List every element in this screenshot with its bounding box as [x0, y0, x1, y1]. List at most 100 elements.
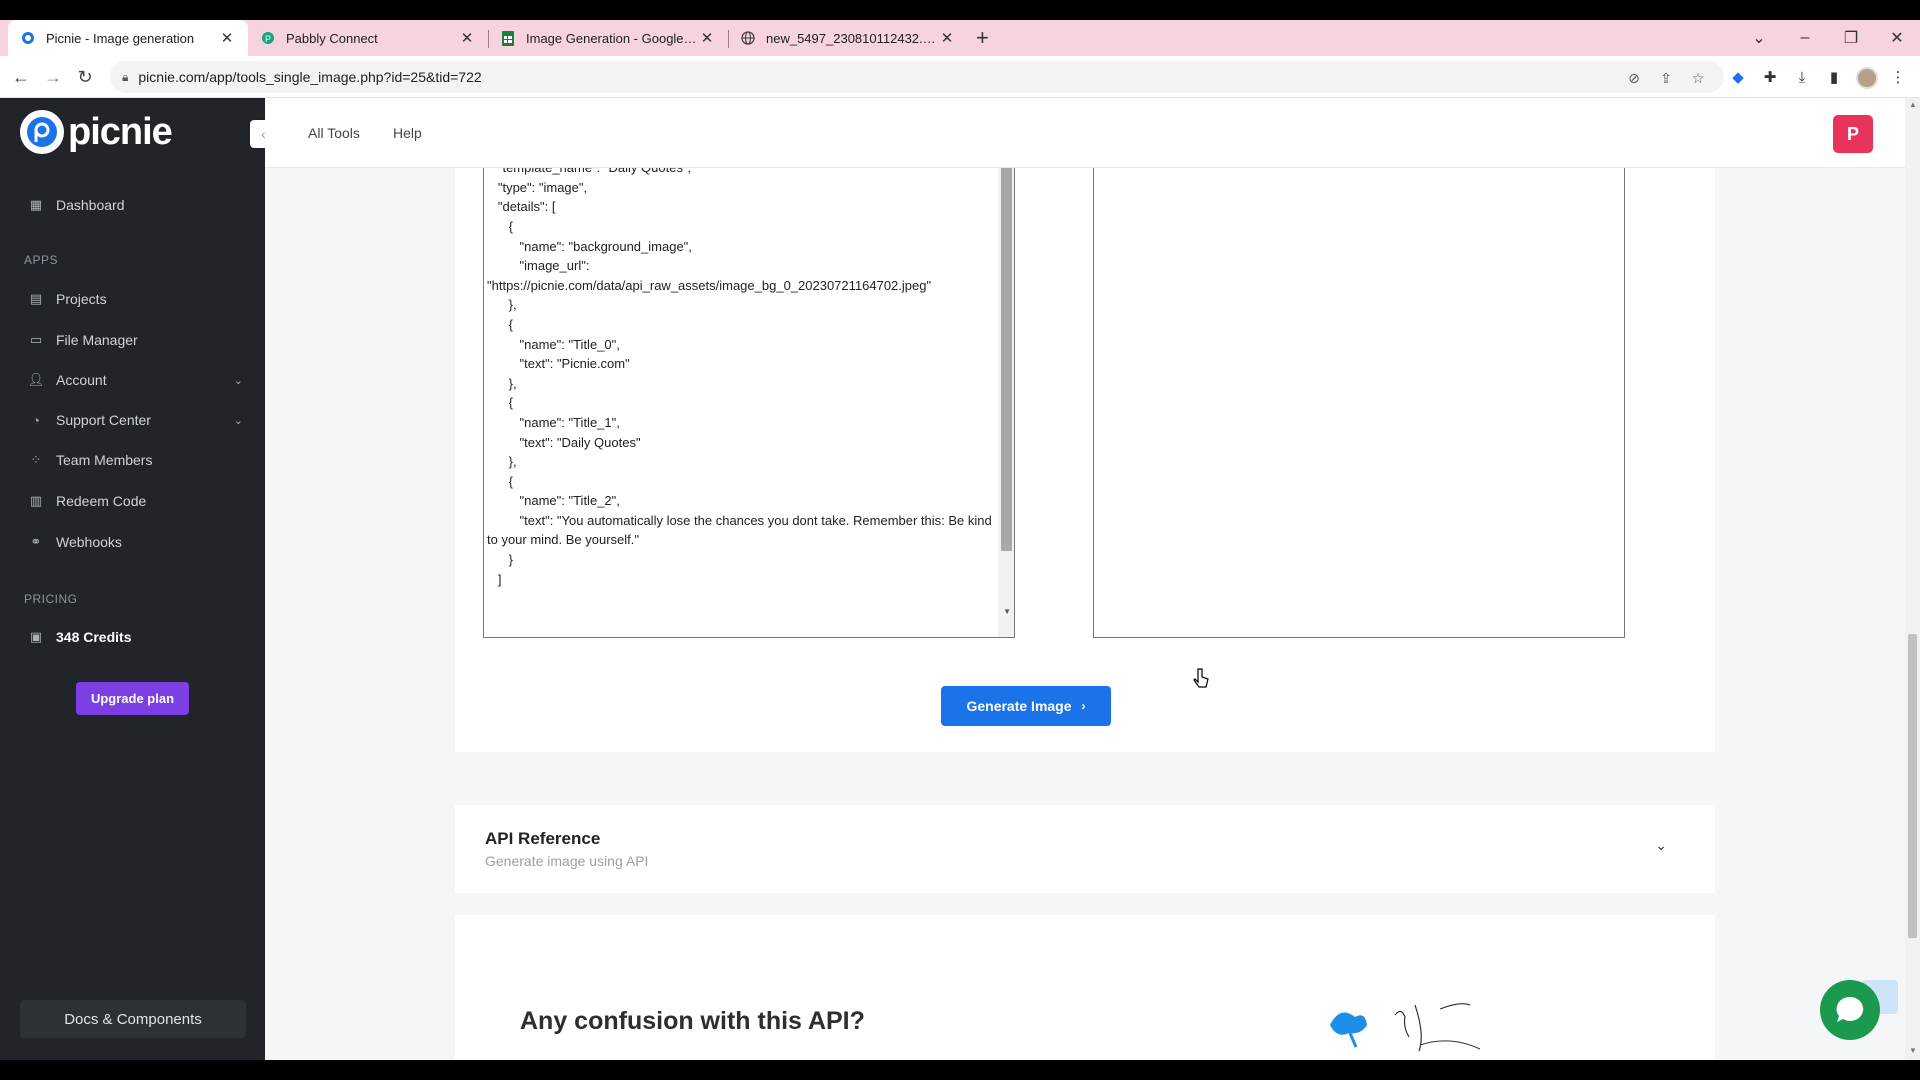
user-icon: 👤︎	[27, 372, 45, 387]
share-icon[interactable]: ⇪	[1656, 68, 1676, 88]
redeem-book-icon: ▥	[29, 493, 43, 508]
scroll-down-arrow-icon[interactable]: ▼	[1909, 1046, 1917, 1055]
api-reference-title: API Reference	[485, 829, 601, 848]
tab-picnie[interactable]: Picnie - Image generation ✕	[8, 20, 248, 56]
chat-bubble-icon	[1836, 996, 1864, 1022]
page-scrollbar-thumb[interactable]	[1908, 634, 1917, 938]
api-reference-card[interactable]: API Reference Generate image using API ⌄	[455, 805, 1715, 893]
svg-text:P: P	[265, 34, 271, 44]
browser-tab-strip: Picnie - Image generation ✕ P Pabbly Con…	[0, 20, 1920, 56]
address-bar[interactable]: 🔒︎ picnie.com/app/tools_single_image.php…	[110, 61, 1724, 93]
close-window-icon[interactable]: ✕	[1874, 20, 1920, 56]
chevron-down-icon[interactable]: ⌄	[1655, 837, 1667, 854]
sidebar-item-webhooks[interactable]: ⚭ Webhooks	[28, 529, 243, 555]
sidebar-item-projects[interactable]: ▤ Projects	[28, 286, 243, 312]
sidebar-item-label: Dashboard	[56, 197, 125, 213]
back-arrow-icon[interactable]: ←	[8, 64, 34, 90]
api-reference-subtitle: Generate image using API	[485, 853, 649, 869]
upgrade-plan-button[interactable]: Upgrade plan	[76, 682, 189, 715]
reload-icon[interactable]: ↻	[72, 64, 98, 90]
top-header: All Tools Help P	[265, 98, 1905, 168]
globe-favicon-icon	[740, 30, 756, 46]
nav-link-help[interactable]: Help	[393, 125, 422, 141]
output-textarea[interactable]	[1093, 168, 1625, 638]
sidebar-item-dashboard[interactable]: ▦ Dashboard	[28, 192, 243, 218]
restore-icon[interactable]: ❐	[1828, 20, 1874, 56]
credits-label: 348 Credits	[56, 629, 132, 645]
close-tab-icon[interactable]: ✕	[218, 29, 236, 47]
eye-off-icon[interactable]: ⊘	[1624, 68, 1644, 88]
chevron-down-icon: ⌄	[233, 414, 243, 427]
webhook-icon: ⚭	[30, 534, 42, 549]
sidebar-item-label: Account	[56, 372, 107, 388]
scroll-down-arrow-icon[interactable]: ▼	[1003, 607, 1011, 616]
picnie-logo-icon	[20, 110, 64, 154]
generate-image-button[interactable]: Generate Image ›	[941, 686, 1111, 726]
picnie-logo[interactable]: picnie	[20, 110, 173, 154]
sidebar-item-credits[interactable]: ▣ 348 Credits	[28, 624, 243, 650]
forward-arrow-icon[interactable]: →	[40, 64, 66, 90]
tab-title: Picnie - Image generation	[46, 30, 195, 46]
lock-icon: 🔒︎	[122, 69, 129, 84]
wallet-icon: ▣	[29, 629, 43, 644]
close-tab-icon[interactable]: ✕	[458, 29, 476, 47]
main-content: "project_id": "25", "template_id": 722, …	[265, 168, 1905, 1060]
chevron-right-icon: ›	[1081, 699, 1086, 713]
team-icon: ⁘	[30, 452, 42, 467]
docs-components-button[interactable]: Docs & Components	[20, 1000, 246, 1038]
sidebar-item-redeem-code[interactable]: ▥ Redeem Code	[28, 488, 243, 514]
url-text: picnie.com/app/tools_single_image.php?id…	[138, 69, 482, 85]
sidebar-item-label: File Manager	[56, 332, 138, 348]
page-scrollbar[interactable]: ▲ ▼	[1905, 98, 1920, 1060]
sidebar-item-label: Support Center	[56, 412, 151, 428]
picnie-favicon-icon	[20, 30, 36, 46]
sidebar-item-account[interactable]: 👤︎ Account ⌄	[28, 367, 243, 393]
profile-avatar[interactable]	[1856, 67, 1878, 89]
tab-pabbly[interactable]: P Pabbly Connect ✕	[248, 20, 488, 56]
projects-icon: ▤	[29, 291, 43, 306]
sidebar-item-file-manager[interactable]: ▭ File Manager	[28, 327, 243, 353]
scroll-up-arrow-icon[interactable]: ▲	[1909, 100, 1917, 109]
extension-icon[interactable]: ◆	[1728, 67, 1748, 87]
sidebar-item-label: Team Members	[56, 452, 153, 468]
side-panel-icon[interactable]: ▮	[1824, 67, 1844, 87]
help-title: Any confusion with this API?	[520, 1007, 865, 1035]
generate-image-label: Generate Image	[966, 698, 1072, 714]
new-tab-plus-icon[interactable]: +	[976, 26, 989, 50]
sidebar-item-label: Projects	[56, 291, 107, 307]
kebab-menu-icon[interactable]: ⋮	[1888, 67, 1908, 87]
close-tab-icon[interactable]: ✕	[938, 29, 956, 47]
minimize-icon[interactable]: –	[1782, 20, 1828, 56]
sidebar-item-team-members[interactable]: ⁘ Team Members	[28, 447, 243, 473]
tab-image-file[interactable]: new_5497_230810112432.jpg (10 ✕	[728, 20, 968, 56]
close-tab-icon[interactable]: ✕	[698, 29, 716, 47]
chat-widget-button[interactable]	[1820, 980, 1880, 1040]
chevron-down-icon: ⌄	[233, 374, 243, 387]
sidebar-item-label: Webhooks	[56, 534, 122, 550]
sidebar: picnie ▦ Dashboard APPS ▤ Projects ▭ Fil…	[0, 98, 280, 1060]
sidebar-item-label: Redeem Code	[56, 493, 147, 509]
sidebar-item-support-center[interactable]: ◔ Support Center ⌄	[28, 407, 243, 433]
scrollbar-thumb[interactable]	[1001, 168, 1012, 551]
nav-link-all-tools[interactable]: All Tools	[308, 125, 360, 141]
support-illustration	[1330, 1003, 1481, 1052]
brand-name: picnie	[68, 110, 173, 153]
user-avatar-button[interactable]: P	[1833, 115, 1873, 153]
screen: Picnie - Image generation ✕ P Pabbly Con…	[0, 0, 1920, 1080]
textarea-scrollbar[interactable]: ▼	[998, 168, 1014, 637]
bookmark-star-icon[interactable]: ☆	[1688, 68, 1708, 88]
google-sheets-favicon-icon	[500, 30, 516, 46]
puzzle-extensions-icon[interactable]: ✚	[1760, 67, 1780, 87]
tab-google-sheets[interactable]: Image Generation - Google Shee ✕	[488, 20, 728, 56]
json-input-textarea[interactable]: "project_id": "25", "template_id": 722, …	[483, 168, 1015, 638]
download-icon[interactable]: ⤓	[1792, 67, 1812, 87]
apps-heading: APPS	[24, 253, 59, 267]
dashboard-icon: ▦	[29, 197, 43, 212]
browser-toolbar: ← → ↻ 🔒︎ picnie.com/app/tools_single_ima…	[0, 56, 1920, 98]
support-icon: ◔	[32, 412, 40, 428]
json-text: "project_id": "25", "template_id": 722, …	[487, 168, 992, 587]
tab-title: new_5497_230810112432.jpg (10	[766, 30, 938, 46]
tab-search-chevron-icon[interactable]: ⌄	[1736, 20, 1782, 56]
mouse-pointer-icon	[1193, 668, 1209, 695]
pricing-heading: PRICING	[24, 592, 78, 606]
